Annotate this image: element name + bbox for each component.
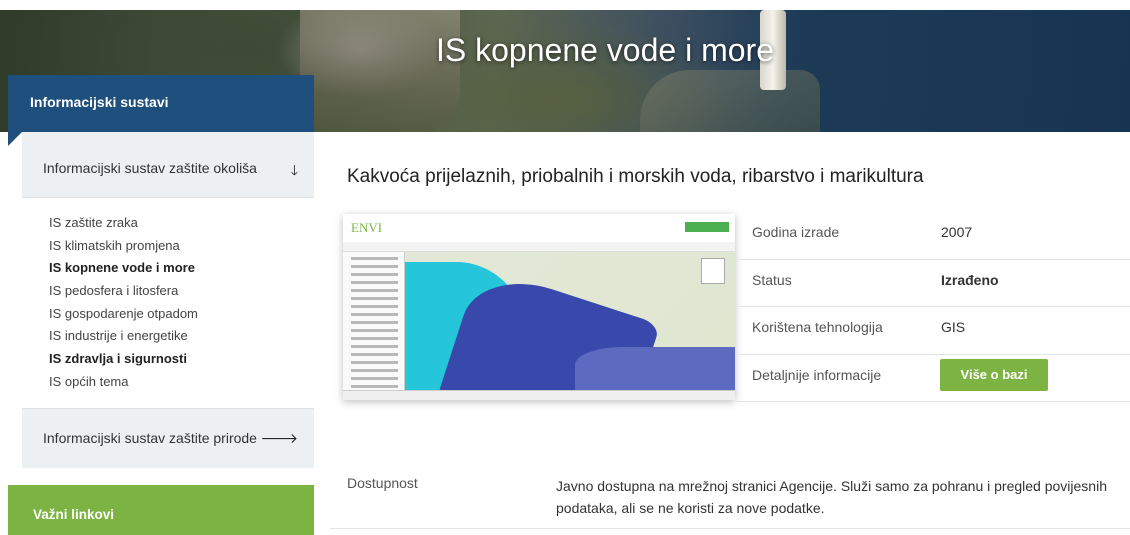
availability-row: Dostupnost Javno dostupna na mrežnoj str…: [330, 463, 1130, 529]
sidebar-submenu: IS zaštite zraka IS klimatskih promjena …: [22, 197, 314, 409]
preview-footer: [343, 390, 735, 400]
info-value: 2007: [941, 224, 973, 240]
sidebar-item-opce-teme[interactable]: IS općih tema: [49, 373, 198, 396]
sidebar-item-zdravlje[interactable]: IS zdravlja i sigurnosti: [49, 350, 198, 373]
sidebar-item-klima[interactable]: IS klimatskih promjena: [49, 237, 198, 260]
arrow-right-icon: 🡒: [260, 430, 298, 446]
map-sea-zone: [575, 347, 735, 390]
info-row-godina: Godina izrade 2007: [737, 212, 1130, 260]
info-key: Godina izrade: [752, 224, 840, 240]
preview-button: [685, 222, 729, 232]
info-key: Detaljnije informacije: [752, 366, 882, 383]
availability-value: Javno dostupna na mrežnoj stranici Agenc…: [556, 478, 1107, 516]
sidebar-header[interactable]: Informacijski sustavi: [8, 75, 314, 132]
info-key: Korištena tehnologija: [752, 319, 883, 335]
arrow-down-icon: 🡓: [290, 162, 298, 178]
sidebar-item-pedosfera[interactable]: IS pedosfera i litosfera: [49, 282, 198, 305]
info-value: GIS: [941, 319, 966, 335]
sidebar-section-label: Informacijski sustav zaštite okoliša: [43, 160, 257, 176]
section-title: Kakvoća prijelaznih, priobalnih i morski…: [347, 166, 924, 187]
sidebar-header-notch: [8, 132, 22, 146]
hero-image-rock: [640, 70, 820, 132]
preview-toolbar: [343, 242, 735, 252]
preview-header: ENVI: [343, 214, 735, 242]
info-row-detalji: Detaljnije informacije Više o bazi: [737, 355, 1130, 402]
info-row-tehnologija: Korištena tehnologija GIS: [737, 307, 1130, 355]
info-row-status: Status Izrađeno: [737, 260, 1130, 307]
sidebar-item-vode-more[interactable]: IS kopnene vode i more: [49, 259, 198, 282]
page-title: IS kopnene vode i more: [436, 32, 774, 68]
sidebar-item-otpad[interactable]: IS gospodarenje otpadom: [49, 305, 198, 328]
availability-key: Dostupnost: [347, 475, 418, 491]
sidebar-section-label: Informacijski sustav zaštite prirode: [43, 430, 257, 446]
more-about-database-button[interactable]: Više o bazi: [940, 358, 1048, 391]
sidebar-item-industrija[interactable]: IS industrije i energetike: [49, 327, 198, 350]
hero-image-rock: [300, 10, 460, 132]
important-links-header[interactable]: Važni linkovi: [8, 485, 314, 535]
info-value: Izrađeno: [941, 271, 999, 288]
info-key: Status: [752, 271, 792, 288]
sidebar-section-priroda[interactable]: Informacijski sustav zaštite prirode 🡒: [22, 430, 314, 490]
preview-map: [405, 252, 735, 390]
preview-minimap: [701, 258, 725, 284]
sidebar-item-zrak[interactable]: IS zaštite zraka: [49, 214, 198, 237]
system-screenshot: ENVI: [343, 214, 735, 400]
preview-layer-panel: [343, 252, 405, 400]
envi-logo: ENVI: [351, 220, 383, 235]
info-table: Godina izrade 2007 Status Izrađeno Koriš…: [737, 212, 1130, 402]
